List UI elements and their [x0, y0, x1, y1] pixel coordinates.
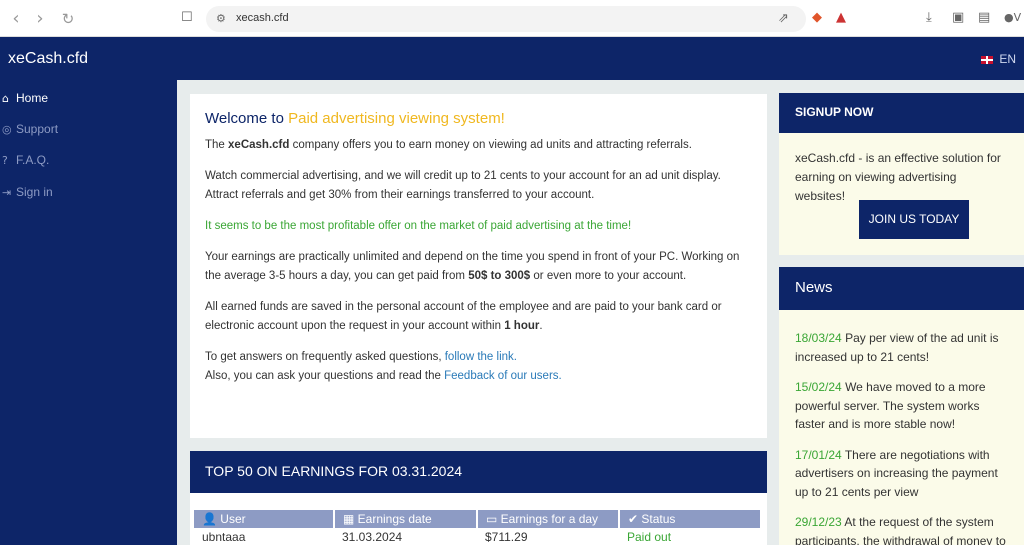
sidebar-item-sign-in[interactable]: ⇥ Sign in: [2, 185, 53, 199]
intro-paragraph: The xeCash.cfd company offers you to ear…: [205, 136, 752, 155]
column-label: Earnings date: [357, 512, 432, 526]
download-icon[interactable]: ⤓: [926, 10, 932, 26]
news-item: 29/12/23 At the request of the system pa…: [795, 513, 1008, 545]
faq-text: To get answers on frequently asked quest…: [205, 351, 442, 363]
user-icon: 👤: [202, 512, 221, 526]
profile-label: V: [1013, 11, 1022, 24]
cell-amount: $711.29: [485, 530, 528, 544]
share-icon[interactable]: ⇗: [778, 11, 789, 27]
earnings-text-end: or even more to your account.: [533, 270, 687, 282]
news-item: 18/03/24 Pay per view of the ad unit is …: [795, 329, 1008, 366]
column-date: ▦ Earnings date: [334, 510, 478, 528]
signup-panel: xeCash.cfd - is an effective solution fo…: [779, 133, 1024, 255]
language-selector[interactable]: EN: [981, 52, 1016, 66]
signup-header: SIGNUP NOW: [779, 93, 1024, 133]
uk-flag-icon: [981, 55, 994, 64]
sidebar-item-faq[interactable]: ? F.A.Q.: [2, 153, 49, 167]
question-icon: ?: [2, 154, 8, 167]
join-button[interactable]: JOIN US TODAY: [859, 200, 969, 239]
reload-icon[interactable]: ↻: [58, 9, 78, 29]
news-header: News: [779, 267, 1024, 310]
cell-user: ubntaaa: [202, 530, 246, 544]
cell-status: Paid out: [627, 530, 672, 544]
welcome-title-highlight: Paid advertising viewing system!: [288, 110, 505, 127]
sidebar-item-label: F.A.Q.: [16, 153, 50, 167]
top50-header: TOP 50 ON EARNINGS FOR 03.31.2024: [190, 451, 767, 493]
welcome-title-prefix: Welcome to: [205, 110, 284, 127]
faq-link[interactable]: follow the link.: [445, 351, 517, 363]
news-date: 18/03/24: [795, 331, 842, 345]
top50-panel: 👤 User ▦ Earnings date ▭ Earnings for a …: [190, 493, 767, 545]
sidebar: ⌂ Home ◎ Support ? F.A.Q. ⇥ Sign in: [0, 80, 177, 545]
signup-text: xeCash.cfd - is an effective solution fo…: [795, 151, 1001, 203]
earnings-table: 👤 User ▦ Earnings date ▭ Earnings for a …: [194, 510, 762, 545]
column-label: Status: [641, 512, 676, 526]
news-panel: 18/03/24 Pay per view of the ad unit is …: [779, 310, 1024, 545]
profile-icon[interactable]: ●V: [1004, 10, 1021, 26]
intro-text: The: [205, 139, 225, 151]
sidebar-item-label: Home: [16, 91, 49, 105]
sidebar-item-label: Sign in: [16, 185, 53, 199]
offer-paragraph: It seems to be the most profitable offer…: [205, 220, 632, 232]
feedback-link[interactable]: Feedback of our users.: [444, 370, 562, 382]
column-user: 👤 User: [194, 510, 335, 528]
sidebar-toggle-icon[interactable]: ▣: [952, 10, 964, 26]
funds-period: .: [539, 320, 543, 332]
column-status: ✔ Status: [619, 510, 762, 528]
sidebar-item-label: Support: [16, 122, 59, 136]
browser-toolbar: ‹ › ↻ ☐ ⚙ xecash.cfd ⇗ ◆ ▲ ⤓ ▣ ▤ ●V: [0, 0, 1024, 37]
calendar-icon: ▦: [343, 512, 358, 526]
brave-shield-icon[interactable]: ◆: [812, 10, 822, 26]
sidebar-item-support[interactable]: ◎ Support: [2, 122, 58, 136]
welcome-title: Welcome to Paid advertising viewing syst…: [205, 110, 752, 127]
language-label: EN: [999, 52, 1016, 66]
check-icon: ✔: [628, 512, 642, 526]
news-date: 29/12/23: [795, 515, 842, 529]
intro-brand: xeCash.cfd: [228, 139, 290, 151]
address-bar[interactable]: ⚙ xecash.cfd ⇗: [206, 6, 806, 32]
site-header: xeCash.cfd EN: [0, 37, 1024, 80]
news-item: 17/01/24 There are negotiations with adv…: [795, 446, 1008, 502]
funds-paragraph: All earned funds are saved in the person…: [205, 298, 752, 336]
advertising-paragraph: Watch commercial advertising, and we wil…: [205, 170, 721, 201]
wallet-icon[interactable]: ▤: [978, 10, 990, 26]
earnings-range: 50$ to 300$: [468, 270, 531, 282]
home-icon: ⌂: [2, 92, 9, 105]
back-icon[interactable]: ‹: [6, 9, 26, 29]
news-date: 17/01/24: [795, 447, 842, 462]
faq-paragraph: To get answers on frequently asked quest…: [205, 348, 752, 386]
site-brand[interactable]: xeCash.cfd: [8, 50, 88, 68]
sidebar-item-home[interactable]: ⌂ Home: [2, 91, 48, 105]
column-label: Earnings for a day: [500, 512, 599, 526]
cell-date: 31.03.2024: [342, 530, 403, 544]
news-item: 15/02/24 We have moved to a more powerfu…: [795, 378, 1008, 434]
payout-time: 1 hour: [504, 320, 540, 332]
site-info-icon[interactable]: ⚙: [216, 11, 226, 27]
table-row: ubntaaa 31.03.2024 $711.29 Paid out: [194, 528, 761, 545]
money-icon: ▭: [486, 512, 501, 526]
column-label: User: [220, 512, 246, 526]
support-icon: ◎: [2, 123, 12, 136]
column-earnings: ▭ Earnings for a day: [477, 510, 620, 528]
intro-text-end: company offers you to earn money on view…: [292, 139, 692, 151]
welcome-panel: Welcome to Paid advertising viewing syst…: [190, 94, 767, 438]
sign-in-icon: ⇥: [2, 186, 12, 199]
forward-icon[interactable]: ›: [30, 9, 50, 29]
news-date: 15/02/24: [795, 380, 842, 394]
rewards-icon[interactable]: ▲: [836, 10, 846, 26]
funds-text: All earned funds are saved in the person…: [205, 301, 722, 332]
url-text: xecash.cfd: [236, 12, 289, 24]
feedback-text: Also, you can ask your questions and rea…: [205, 370, 441, 382]
bookmark-icon[interactable]: ☐: [181, 10, 193, 26]
earnings-paragraph: Your earnings are practically unlimited …: [205, 248, 752, 286]
